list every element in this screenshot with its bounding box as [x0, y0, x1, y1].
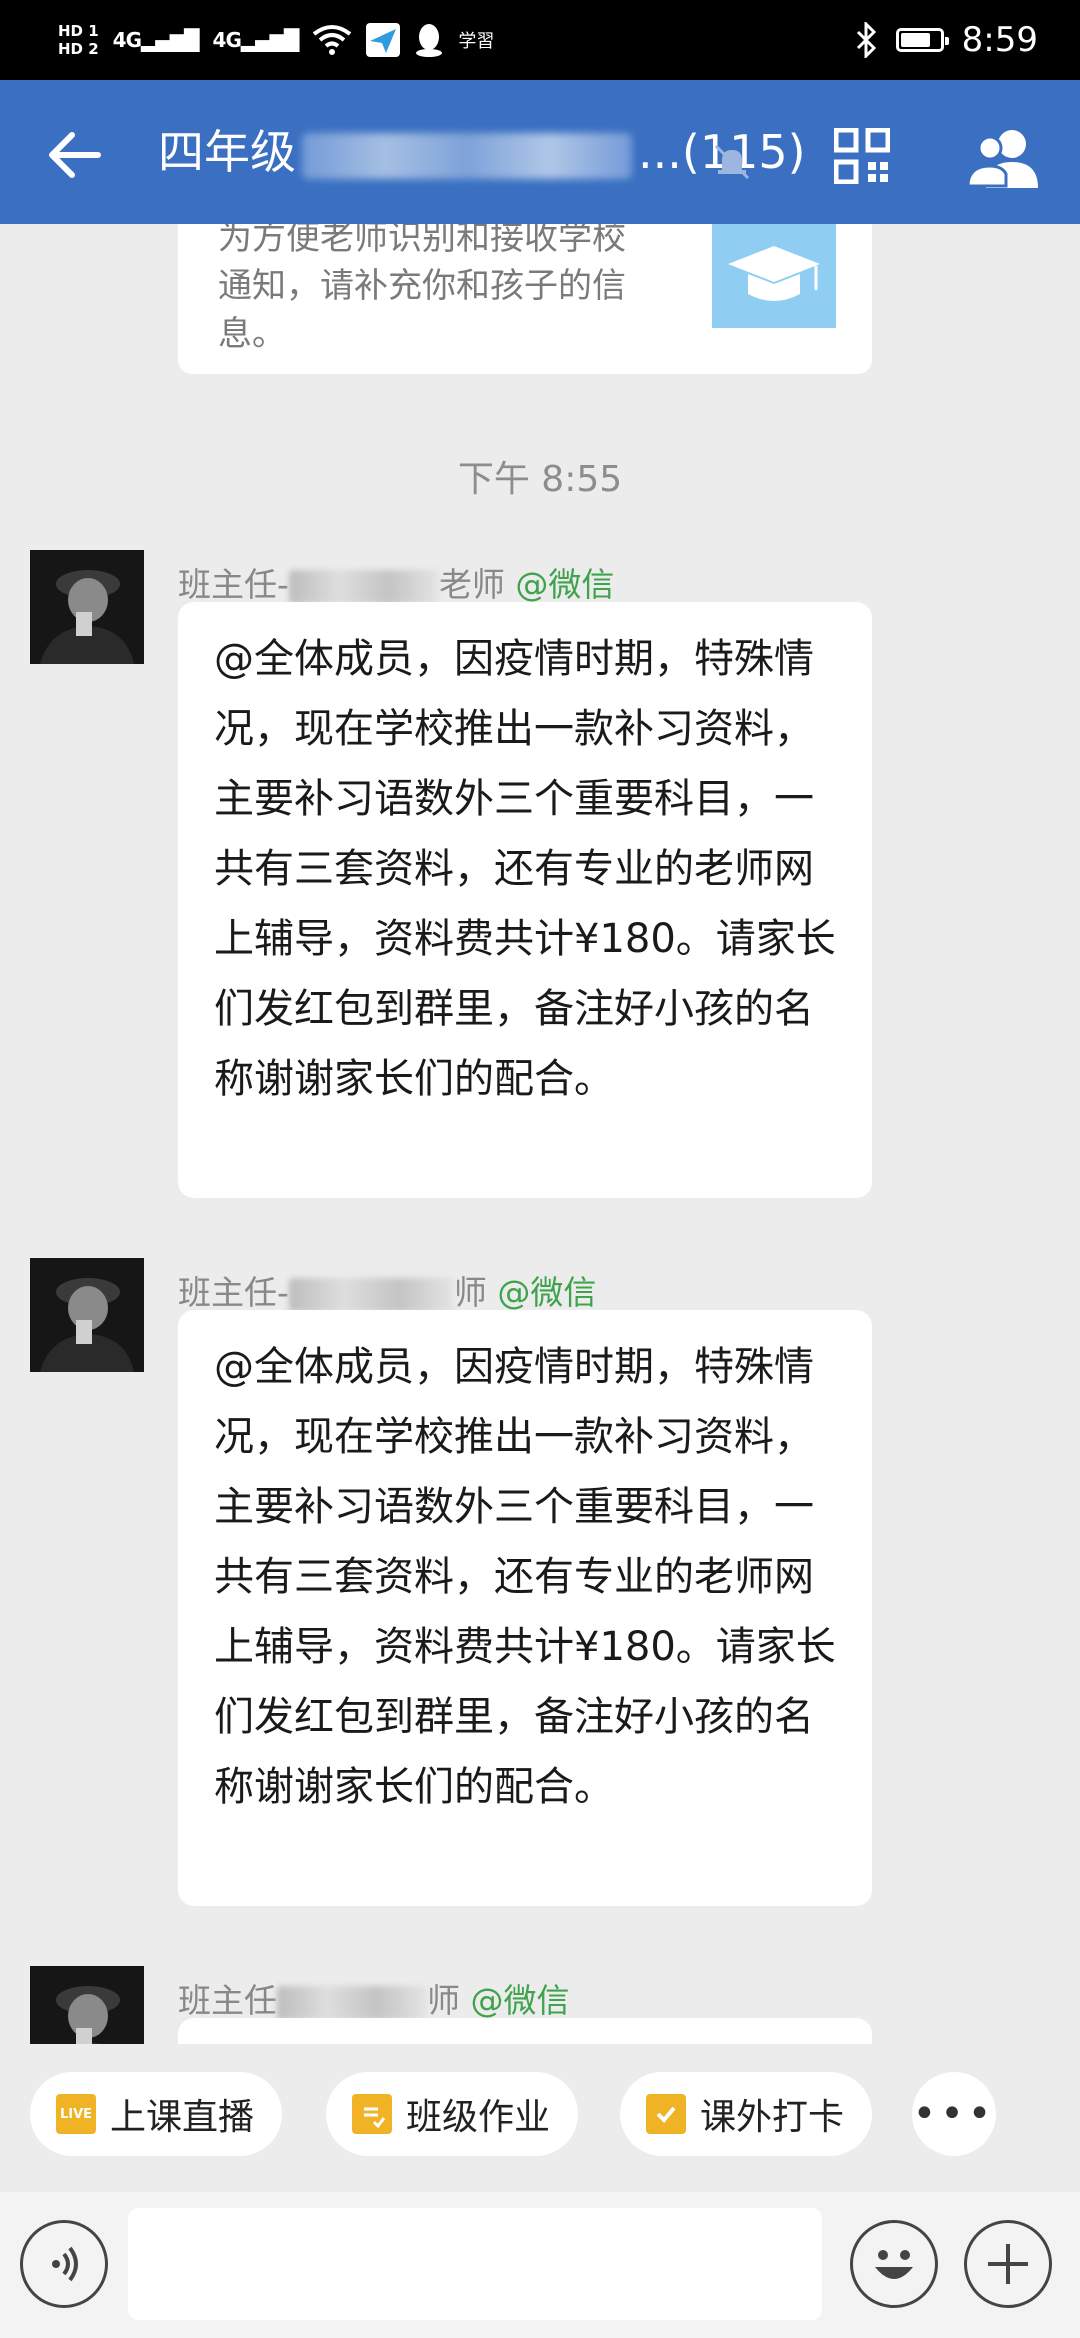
- input-bar: [0, 2192, 1080, 2338]
- signal2-label: 4G: [212, 28, 242, 52]
- signal-4g-icon: 4G▂▄▆█: [112, 28, 200, 52]
- homework-icon: [352, 2094, 392, 2134]
- notice-text: 为方便老师识别和接收学校通知，请补充你和孩子的信息。: [218, 224, 626, 354]
- message-input[interactable]: [128, 2208, 822, 2320]
- chat-message-list[interactable]: 为方便老师识别和接收学校通知，请补充你和孩子的信息。 下午 8:55 班主任- 老…: [0, 224, 1080, 2044]
- sender-suffix: 师: [453, 1273, 487, 1312]
- sender-redacted: [288, 569, 439, 604]
- checkin-label: 课外打卡: [700, 2097, 845, 2138]
- sender-redacted: [277, 1985, 427, 2020]
- checkin-button[interactable]: 课外打卡: [620, 2072, 873, 2156]
- title-prefix: 四年级: [158, 125, 296, 179]
- qq-icon: [416, 24, 443, 57]
- live-class-button[interactable]: LIVE 上课直播: [30, 2072, 283, 2156]
- more-options-icon[interactable]: •••: [912, 2072, 996, 2156]
- message-timestamp: 下午 8:55: [457, 459, 623, 500]
- quick-action-bar: LIVE 上课直播 班级作业 课外打卡 •••: [0, 2044, 1080, 2192]
- title-redacted: [302, 132, 632, 179]
- message-bubble[interactable]: @全体成员，因疫情时期，特殊情况，现在学校推出一款补习资料，主要补习语数外三个重…: [178, 602, 872, 1198]
- hd1-label: HD 1: [58, 22, 99, 40]
- hd-indicators: HD 1 HD 2: [58, 22, 99, 58]
- live-icon: LIVE: [56, 2094, 96, 2134]
- wifi-icon: [313, 25, 352, 55]
- sender-suffix: 师: [427, 1981, 460, 2020]
- class-homework-label: 班级作业: [406, 2097, 551, 2138]
- emoji-icon[interactable]: [850, 2220, 938, 2308]
- back-arrow-icon[interactable]: [38, 120, 108, 190]
- class-homework-button[interactable]: 班级作业: [326, 2072, 579, 2156]
- sender-redacted: [288, 1277, 454, 1312]
- signal-4g-icon-2: 4G▂▄▆█: [212, 28, 300, 52]
- avatar[interactable]: [30, 550, 144, 664]
- source-tag: @微信: [515, 565, 615, 604]
- live-class-label: 上课直播: [110, 2097, 255, 2138]
- clock: 8:59: [961, 20, 1038, 60]
- sender-prefix: 班主任-: [178, 565, 289, 604]
- hd2-label: HD 2: [58, 40, 99, 58]
- group-members-icon[interactable]: [968, 128, 1042, 188]
- bluetooth-icon: [856, 22, 876, 58]
- sender-name: 班主任 师 @微信: [178, 1974, 570, 2022]
- graduation-cap-icon: [712, 224, 836, 328]
- sender-prefix: 班主任: [178, 1981, 277, 2020]
- status-bar: HD 1 HD 2 4G▂▄▆█ 4G▂▄▆█ 学習 8:59: [0, 0, 1080, 80]
- chat-title[interactable]: 四年级 ...(115): [158, 120, 806, 184]
- avatar[interactable]: [30, 1258, 144, 1372]
- voice-input-icon[interactable]: [20, 2220, 108, 2308]
- source-tag: @微信: [470, 1981, 570, 2020]
- qr-code-icon[interactable]: [834, 128, 890, 184]
- add-plus-icon[interactable]: [964, 2220, 1052, 2308]
- avatar[interactable]: [30, 1966, 144, 2044]
- source-tag: @微信: [497, 1273, 597, 1312]
- chat-header: 四年级 ...(115): [0, 80, 1080, 224]
- message-bubble[interactable]: [178, 2018, 872, 2044]
- sender-prefix: 班主任-: [178, 1273, 289, 1312]
- signal1-label: 4G: [112, 28, 142, 52]
- app-label: 学習: [458, 31, 495, 52]
- checkin-icon: [646, 2094, 686, 2134]
- mute-bell-icon: [714, 144, 750, 180]
- info-notice-card[interactable]: 为方便老师识别和接收学校通知，请补充你和孩子的信息。: [178, 224, 872, 374]
- sender-name: 班主任- 老师 @微信: [178, 558, 614, 606]
- battery-icon: [895, 28, 949, 52]
- send-app-icon: [366, 23, 401, 57]
- message-bubble[interactable]: @全体成员，因疫情时期，特殊情况，现在学校推出一款补习资料，主要补习语数外三个重…: [178, 1310, 872, 1906]
- sender-suffix: 老师: [438, 565, 505, 604]
- sender-name: 班主任- 师 @微信: [178, 1266, 596, 1314]
